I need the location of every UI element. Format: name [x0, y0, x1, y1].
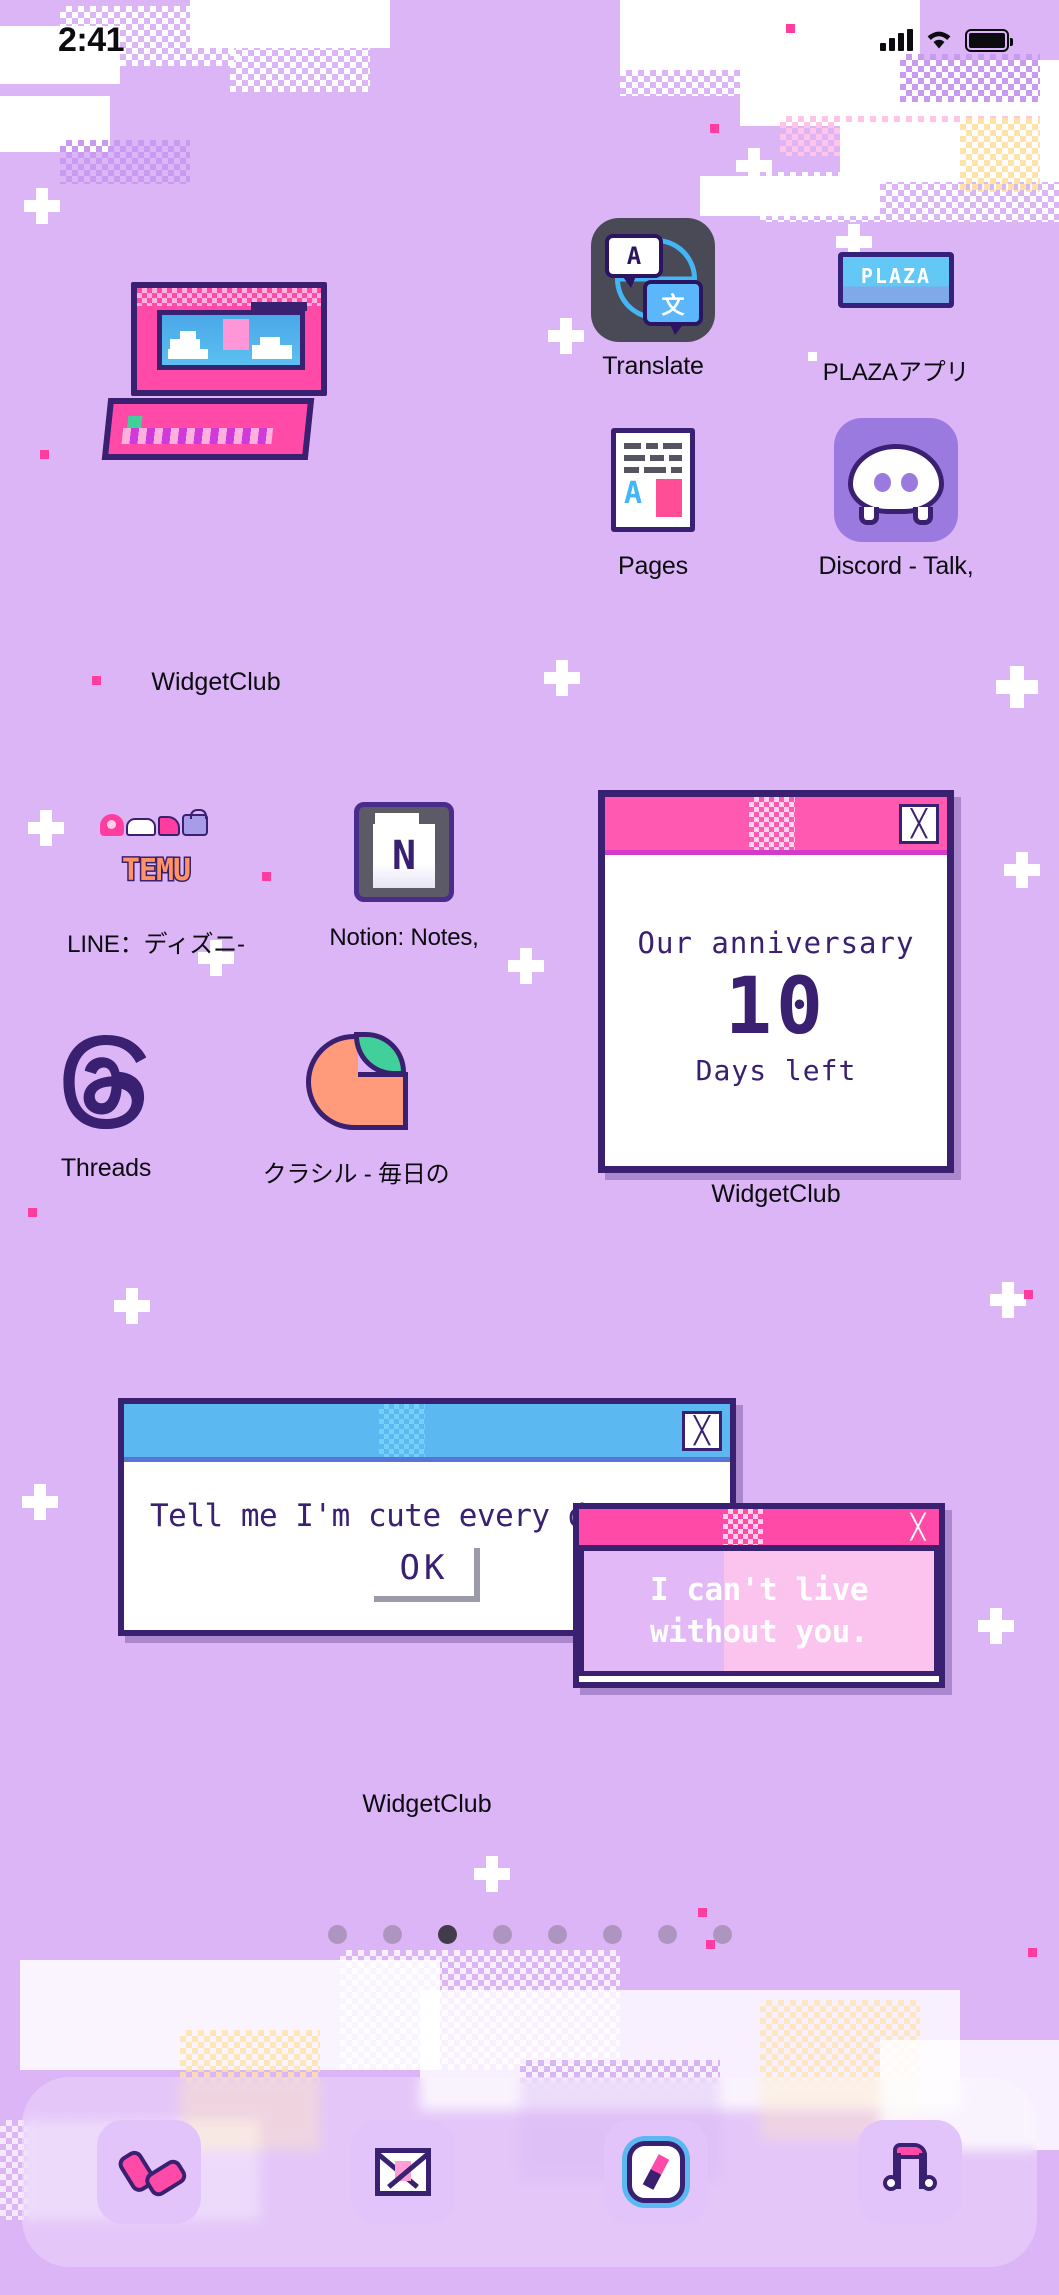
- translate-bubble-target: 文: [643, 280, 703, 335]
- safari-compass-icon: [627, 2141, 686, 2203]
- app-label-notion: Notion: Notes,: [329, 924, 479, 951]
- page-dot[interactable]: [547, 1925, 567, 1944]
- app-notion[interactable]: N Notion: Notes,: [318, 790, 490, 952]
- close-x-icon[interactable]: ╳: [905, 1514, 931, 1540]
- dock: [22, 2077, 1037, 2267]
- app-pages[interactable]: A Pages: [567, 418, 739, 581]
- translate-bubble-source: A: [605, 234, 663, 288]
- mail-envelope-icon: [374, 2148, 431, 2196]
- widget-body: I can't live without you.: [579, 1551, 939, 1676]
- heart-icon: [222, 319, 249, 350]
- app-discord[interactable]: Discord - Talk,: [810, 418, 982, 581]
- battery-icon: [965, 28, 1013, 52]
- widget-label-anniversary: WidgetClub: [711, 1180, 841, 1208]
- app-translate[interactable]: A 文 Translate: [567, 218, 739, 381]
- threads-icon: [44, 1020, 168, 1144]
- close-x-icon[interactable]: ╳: [899, 803, 939, 844]
- widget-titlebar: ╳: [124, 1404, 730, 1462]
- app-line-disney[interactable]: TEMU LINE：ディズニ-: [67, 790, 245, 959]
- pages-document-icon: A: [591, 418, 715, 542]
- titlebar-dither: [378, 1404, 425, 1457]
- dock-app-phone[interactable]: [96, 2120, 201, 2224]
- page-dot[interactable]: [382, 1925, 402, 1944]
- page-indicator-dots[interactable]: [0, 1925, 1059, 1944]
- app-kurashiru[interactable]: クラシル - 毎日の: [263, 1020, 450, 1189]
- app-label-discord: Discord - Talk,: [818, 552, 974, 580]
- widget-body: Our anniversary 10 Days left: [605, 855, 947, 1161]
- cellular-signal-icon: [880, 29, 913, 51]
- threads-glyph: [63, 1034, 147, 1130]
- close-x-icon[interactable]: ╳: [682, 1410, 722, 1451]
- temu-wordmark: TEMU: [120, 852, 192, 890]
- app-label-plaza: PLAZAアプリ: [822, 359, 970, 386]
- plaza-banner-icon: PLAZA: [834, 218, 958, 342]
- dock-app-safari[interactable]: [604, 2120, 709, 2224]
- quote-line-2: without you.: [650, 1614, 868, 1650]
- computer-screen: [157, 310, 305, 370]
- widget-anniversary-countdown[interactable]: ╳ Our anniversary 10 Days left: [598, 790, 954, 1173]
- app-threads[interactable]: Threads: [20, 1020, 192, 1183]
- dock-app-music[interactable]: [858, 2120, 963, 2224]
- anniversary-subtitle: Days left: [695, 1053, 857, 1087]
- music-note-icon: [883, 2143, 938, 2201]
- kurashiru-icon: [294, 1020, 418, 1144]
- app-plaza[interactable]: PLAZA PLAZAアプリ: [810, 218, 982, 387]
- temu-icon: TEMU: [94, 790, 218, 914]
- widget-widgetclub-retro-computer[interactable]: [101, 282, 327, 460]
- translate-icon: A 文: [591, 218, 715, 342]
- app-label-translate: Translate: [602, 352, 704, 380]
- home-screen-grid: WidgetClub A 文 Translate PLAZA PLAZAアプリ …: [0, 0, 1059, 2295]
- dock-app-mail[interactable]: [350, 2120, 455, 2224]
- widget-label-widgetclub-pc: WidgetClub: [151, 668, 281, 696]
- page-dot[interactable]: [327, 1925, 347, 1944]
- notion-glyph: N: [373, 824, 435, 888]
- titlebar-dither: [723, 1509, 763, 1545]
- ok-button[interactable]: OK: [373, 1548, 481, 1602]
- notion-icon: N: [342, 790, 466, 914]
- app-label-threads: Threads: [60, 1154, 152, 1182]
- widget-titlebar: ╳: [579, 1509, 939, 1551]
- page-dot[interactable]: [712, 1925, 732, 1944]
- page-dot[interactable]: [492, 1925, 512, 1944]
- discord-icon: [834, 418, 958, 542]
- app-label-kurashiru: クラシル - 毎日の: [262, 1161, 450, 1188]
- status-bar: 2:41: [0, 0, 1059, 80]
- app-label-pages: Pages: [618, 552, 688, 580]
- widget-label-dialog: WidgetClub: [362, 1790, 492, 1818]
- anniversary-days-count: 10: [725, 961, 827, 1052]
- widget-quote[interactable]: ╳ I can't live without you.: [573, 1503, 945, 1688]
- page-dot[interactable]: [602, 1925, 622, 1944]
- anniversary-title: Our anniversary: [637, 925, 915, 960]
- app-label-line-disney: LINE：ディズニ-: [67, 931, 245, 958]
- status-icons: [880, 28, 1013, 52]
- titlebar-dither: [748, 797, 795, 850]
- plaza-banner-text: PLAZA: [838, 252, 954, 308]
- quote-line-1: I can't live: [650, 1572, 868, 1608]
- phone-handset-icon: [112, 2135, 186, 2209]
- page-dot[interactable]: [657, 1925, 677, 1944]
- retro-computer-icon: [131, 282, 327, 396]
- page-dot-active[interactable]: [437, 1925, 457, 1944]
- computer-keyboard-base: [101, 398, 315, 460]
- status-time: 2:41: [58, 20, 125, 59]
- wifi-icon: [927, 31, 951, 49]
- widget-titlebar: ╳: [605, 797, 947, 855]
